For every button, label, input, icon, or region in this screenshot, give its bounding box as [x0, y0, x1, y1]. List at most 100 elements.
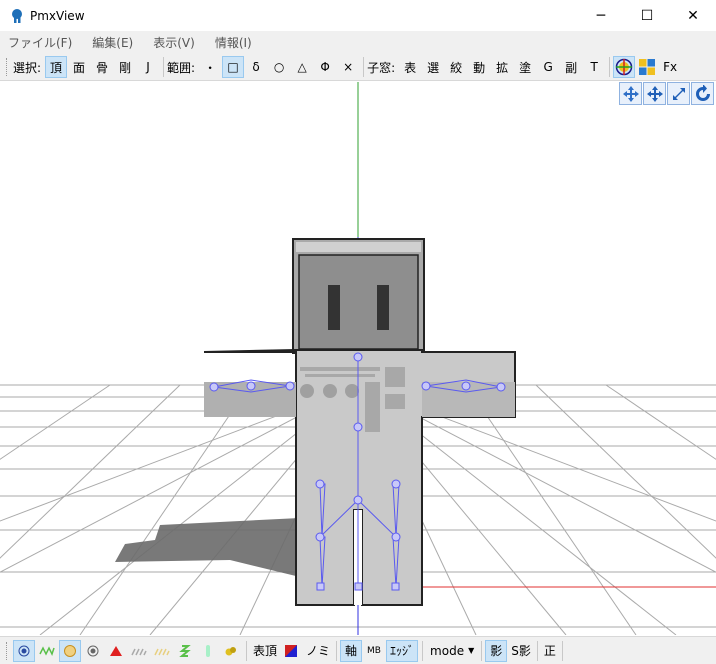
material-icon	[154, 648, 170, 655]
point-display-button[interactable]	[82, 640, 104, 662]
s-shadow-button[interactable]: S影	[508, 642, 534, 659]
select-vertex-button[interactable]: 頂	[45, 56, 68, 78]
bone-joint[interactable]	[209, 382, 219, 392]
vertex-table-button[interactable]: 表頂	[250, 642, 280, 659]
model-panel	[365, 382, 380, 432]
minimize-icon: ─	[596, 7, 606, 24]
wire-display-button[interactable]	[36, 640, 58, 662]
bone-joint[interactable]	[246, 381, 256, 391]
target-button[interactable]	[613, 56, 636, 78]
bone-joint[interactable]	[315, 532, 325, 542]
view-move-button[interactable]	[619, 82, 642, 105]
bone-tip[interactable]	[391, 582, 400, 591]
toolbar-separator	[336, 640, 338, 661]
range-phi-button[interactable]: Φ	[314, 56, 336, 78]
child-scale-button[interactable]: 拡	[491, 56, 513, 78]
menu-bar: ファイル(F) 編集(E) 表示(V) 情報(I)	[0, 31, 716, 54]
close-icon: ✕	[687, 7, 699, 24]
menu-info[interactable]: 情報(I)	[215, 34, 252, 51]
view-controls	[618, 82, 714, 105]
model-eye-left	[328, 285, 340, 330]
bone-joint[interactable]	[391, 479, 401, 489]
title-bar: PmxView ─ ☐ ✕	[0, 0, 716, 31]
maximize-icon: ☐	[640, 7, 654, 24]
morph-icon	[179, 644, 191, 657]
select-joint-button[interactable]: J	[137, 56, 159, 78]
color-icon	[285, 644, 298, 657]
mb-button[interactable]: MB	[363, 640, 385, 662]
child-paint-button[interactable]: 塗	[514, 56, 536, 78]
bottom-toolbar: 表頂 ノミ 軸 MB ｴｯｼﾞ mode ▼ 影 S影 正	[0, 636, 716, 664]
child-select-button[interactable]: 選	[422, 56, 444, 78]
range-rect-button[interactable]: □	[222, 56, 245, 78]
model-head-top	[296, 242, 421, 252]
vertex-display-button[interactable]	[13, 639, 35, 662]
bone-joint[interactable]	[353, 352, 363, 362]
3d-viewport[interactable]	[0, 82, 716, 635]
view-zoom-button[interactable]	[667, 82, 690, 105]
positive-button[interactable]: 正	[541, 642, 559, 659]
point-icon	[87, 645, 99, 656]
nomi-button[interactable]: ノミ	[303, 642, 333, 659]
model-face	[298, 254, 419, 350]
joint-icon	[225, 646, 236, 655]
maximize-button[interactable]: ☐	[624, 0, 670, 31]
child-t-button[interactable]: T	[583, 56, 605, 78]
range-circle-button[interactable]: ○	[268, 56, 290, 78]
range-cross-button[interactable]: ×	[337, 56, 359, 78]
bone-joint[interactable]	[353, 422, 363, 432]
rigid-icon	[206, 644, 210, 657]
range-triangle-button[interactable]: △	[291, 56, 313, 78]
select-rigid-button[interactable]: 剛	[114, 56, 136, 78]
rigid-display-button[interactable]	[197, 640, 219, 662]
bone-tip[interactable]	[316, 582, 325, 591]
material-display-button[interactable]	[151, 640, 173, 662]
bone-joint[interactable]	[421, 381, 431, 391]
bone-joint[interactable]	[461, 381, 471, 391]
hair-icon	[131, 648, 147, 655]
view-pan-button[interactable]	[643, 82, 666, 105]
range-delta-button[interactable]: δ	[245, 56, 267, 78]
bone-tip[interactable]	[354, 582, 363, 591]
bone-joint[interactable]	[285, 381, 295, 391]
child-filter-button[interactable]: 絞	[445, 56, 467, 78]
select-face-button[interactable]: 面	[68, 56, 90, 78]
face-display-button[interactable]	[105, 640, 127, 662]
mesh-display-button[interactable]	[59, 639, 81, 662]
child-g-button[interactable]: G	[537, 56, 559, 78]
axis-button[interactable]: 軸	[340, 639, 363, 662]
bone-joint[interactable]	[353, 495, 363, 505]
minimize-button[interactable]: ─	[578, 0, 624, 31]
bone-joint[interactable]	[496, 382, 506, 392]
color-button[interactable]	[280, 640, 302, 662]
menu-file[interactable]: ファイル(F)	[8, 34, 72, 51]
model-panel	[385, 367, 405, 387]
select-bone-button[interactable]: 骨	[91, 56, 113, 78]
fx-button[interactable]: Fx	[659, 56, 681, 78]
scene-canvas[interactable]	[0, 82, 716, 635]
morph-display-button[interactable]	[174, 640, 196, 662]
toolbar-separator	[246, 640, 247, 661]
grid-icon	[639, 59, 656, 75]
child-table-button[interactable]: 表	[399, 56, 421, 78]
child-move-button[interactable]: 動	[468, 56, 490, 78]
joint-display-button[interactable]	[220, 640, 242, 662]
model-eye-right	[377, 285, 389, 330]
toolbar-separator	[609, 57, 611, 77]
menu-edit[interactable]: 編集(E)	[92, 34, 133, 51]
bone-joint[interactable]	[315, 479, 325, 489]
range-point-button[interactable]: ・	[199, 56, 221, 78]
menu-view[interactable]: 表示(V)	[153, 34, 195, 51]
hair-display-button[interactable]	[128, 640, 150, 662]
shadow-button[interactable]: 影	[485, 639, 508, 662]
grid-button[interactable]	[636, 56, 658, 78]
toolbar-grip[interactable]	[6, 58, 9, 76]
bone-joint[interactable]	[391, 532, 401, 542]
child-sub-button[interactable]: 副	[560, 56, 582, 78]
mode-dropdown[interactable]: mode ▼	[426, 644, 478, 658]
move-icon	[622, 85, 639, 102]
view-rotate-button[interactable]	[691, 82, 714, 105]
toolbar-grip[interactable]	[6, 641, 9, 660]
close-button[interactable]: ✕	[670, 0, 716, 31]
edge-button[interactable]: ｴｯｼﾞ	[386, 639, 419, 662]
